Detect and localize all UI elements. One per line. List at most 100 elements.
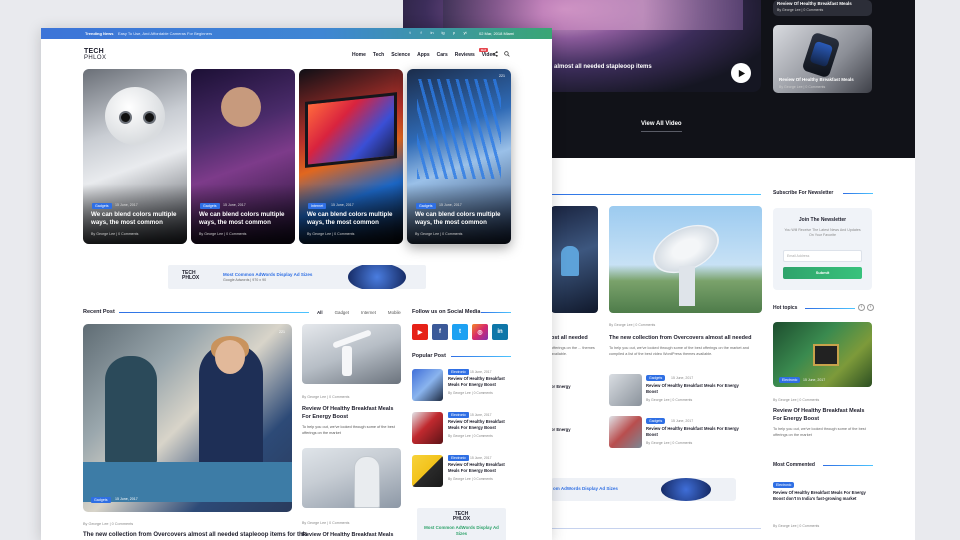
post-title[interactable]: ost all needed — [551, 335, 588, 341]
share-icon[interactable] — [492, 51, 498, 57]
side-video-meta: By George Lee | 0 Comments — [779, 85, 826, 89]
email-input[interactable]: Email Address — [783, 250, 862, 262]
submit-button[interactable]: Submit — [783, 267, 862, 279]
hero-card[interactable]: Gadgets 15 June, 2017 We can blend color… — [83, 69, 187, 244]
popular-item[interactable]: Electronic 15 June, 2017 Review Of Healt… — [412, 369, 511, 403]
category-tag[interactable]: Electronic — [779, 377, 801, 383]
filter-gadget[interactable]: Gadget — [335, 310, 349, 315]
sidebar-ad[interactable]: TECH PHLOX Most Common AdWords Display A… — [417, 508, 506, 540]
section-rule — [481, 312, 511, 313]
view-all-video-link[interactable]: View All Video — [641, 121, 682, 132]
post-title[interactable]: Review Of Healthy Breakfast Meals For En… — [646, 426, 746, 438]
filter-mobile[interactable]: Mobile — [388, 310, 401, 315]
side-video-1[interactable]: Review Of Healthy Breakfast Meals By Geo… — [773, 0, 872, 16]
satellite-dish-image[interactable] — [609, 206, 762, 313]
featured-post-image[interactable]: 221 Gadgets 15 June, 2017 — [83, 324, 292, 512]
section-rule — [823, 465, 873, 466]
linkedin-icon[interactable]: in — [429, 30, 435, 36]
post-title[interactable]: The new collection from Overcovers almos… — [609, 335, 751, 341]
post-title[interactable]: Review Of Healthy Breakfast Meals For En… — [448, 419, 514, 431]
site-logo[interactable]: TECH PHLOX — [84, 48, 106, 61]
post-date: 15 June, 2017 — [803, 378, 826, 382]
post-title[interactable]: or Energy — [551, 427, 571, 432]
category-tag[interactable]: Gadgets — [646, 375, 666, 381]
post-title[interactable]: Review Of Healthy Breakfast Meals For En… — [773, 490, 873, 502]
featured-video-title[interactable]: s almost all needed stapleoop items — [549, 64, 652, 70]
person-shape — [105, 356, 157, 466]
category-tag[interactable]: Gadgets — [92, 203, 112, 209]
filter-internet[interactable]: Internet — [361, 310, 376, 315]
nav-tech[interactable]: Tech — [373, 52, 384, 58]
post-excerpt: To help you out, we've looked through so… — [773, 427, 866, 437]
ad-logo: TECH PHLOX — [182, 271, 199, 281]
post-meta: By George Lee | 0 Comments — [302, 521, 350, 525]
post-title[interactable]: The new collection from Overcovers almos… — [83, 532, 308, 538]
nav-cars[interactable]: Cars — [437, 52, 448, 58]
instagram-icon[interactable]: ig — [440, 30, 446, 36]
category-tag[interactable]: Electronic — [773, 482, 795, 488]
post-title[interactable]: Review Of Healthy Breakfast Meals — [302, 531, 402, 539]
post-title[interactable]: Review Of Healthy Breakfast Meals For En… — [302, 405, 402, 422]
twitter-icon[interactable]: t — [407, 30, 413, 36]
ad-banner[interactable]: TECH PHLOX Most Common AdWords Display A… — [168, 265, 426, 289]
post-title[interactable]: Review Of Healthy Breakfast Meals For En… — [448, 376, 514, 388]
post-thumb-robot-arm[interactable] — [302, 324, 401, 384]
nav-science[interactable]: Science — [391, 52, 410, 58]
play-icon[interactable] — [731, 63, 751, 83]
nav-reviews[interactable]: Reviews — [455, 52, 475, 58]
nav-apps[interactable]: Apps — [417, 52, 430, 58]
list-thumb[interactable] — [609, 416, 642, 448]
instagram-icon[interactable]: ◎ — [472, 324, 488, 340]
topbar-socials: t f in ig p yt — [407, 30, 468, 36]
youtube-icon[interactable]: ▶ — [412, 324, 428, 340]
category-tag[interactable]: Gadgets — [91, 497, 111, 503]
post-meta: By George Lee | 0 Comments — [91, 232, 139, 236]
hero-card[interactable]: Gadgets 15 June, 2017 We can blend color… — [191, 69, 295, 244]
side-video-2[interactable]: Review Of Healthy Breakfast Meals By Geo… — [773, 25, 872, 93]
category-tag[interactable]: Gadgets — [646, 418, 666, 424]
robot-image — [105, 87, 165, 145]
post-image[interactable] — [551, 206, 598, 313]
category-tag[interactable]: Gadgets — [200, 203, 220, 209]
category-tag[interactable]: Internet — [308, 203, 327, 209]
category-tag[interactable]: Electronic — [448, 455, 469, 461]
trending-headline[interactable]: Easy To Use, And Affordable Cameras For … — [118, 31, 212, 36]
hot-badge: Hot — [479, 48, 488, 52]
youtube-icon[interactable]: yt — [462, 30, 468, 36]
twitter-icon[interactable]: t — [452, 324, 468, 340]
category-tag[interactable]: Gadgets — [416, 203, 436, 209]
popular-item[interactable]: Electronic 15 June, 2017 Review Of Healt… — [412, 412, 511, 446]
post-meta: By George Lee | 0 Comments — [448, 477, 493, 481]
linkedin-icon[interactable]: in — [492, 324, 508, 340]
hero-card[interactable]: 221 Gadgets 15 June, 2017 We can blend c… — [407, 69, 511, 244]
post-title[interactable]: Review Of Healthy Breakfast Meals For En… — [773, 407, 873, 424]
popular-item[interactable]: Electronic 15 June, 2017 Review Of Healt… — [412, 455, 511, 489]
post-meta: By George Lee | 0 Comments — [415, 232, 463, 236]
facebook-icon[interactable]: f — [432, 324, 448, 340]
hero-card[interactable]: Internet 15 June, 2017 We can blend colo… — [299, 69, 403, 244]
filter-all[interactable]: All — [317, 310, 323, 315]
category-tag[interactable]: Electronic — [448, 369, 469, 375]
hero-title[interactable]: We can blend colors multiple ways, the m… — [91, 211, 181, 227]
hero-title[interactable]: We can blend colors multiple ways, the m… — [415, 211, 505, 227]
facebook-icon[interactable]: f — [418, 30, 424, 36]
category-tag[interactable]: Electronic — [448, 412, 469, 418]
nav-home[interactable]: Home — [352, 52, 366, 58]
post-title[interactable]: or Energy — [551, 384, 571, 389]
post-thumb-scientist[interactable] — [302, 448, 401, 508]
post-title[interactable]: Review Of Healthy Breakfast Meals For En… — [448, 462, 514, 474]
post-date: 15 June, 2017 — [331, 203, 354, 207]
list-thumb[interactable] — [609, 374, 642, 406]
post-date: 15 June, 2017 — [470, 370, 492, 374]
ad-banner[interactable]: om AdWords Display Ad Sizes — [551, 478, 736, 501]
hero-title[interactable]: We can blend colors multiple ways, the m… — [199, 211, 289, 227]
prev-arrow-icon[interactable]: ‹ — [858, 304, 865, 311]
pinterest-icon[interactable]: p — [451, 30, 457, 36]
search-icon[interactable] — [504, 51, 510, 57]
section-rule — [805, 308, 855, 309]
post-title[interactable]: Review Of Healthy Breakfast Meals For En… — [646, 383, 746, 395]
post-date: 15 June, 2017 — [115, 497, 138, 501]
topbar-date: 02 Mar, 2018 Miami — [479, 31, 515, 36]
hero-title[interactable]: We can blend colors multiple ways, the m… — [307, 211, 397, 227]
next-arrow-icon[interactable]: › — [867, 304, 874, 311]
